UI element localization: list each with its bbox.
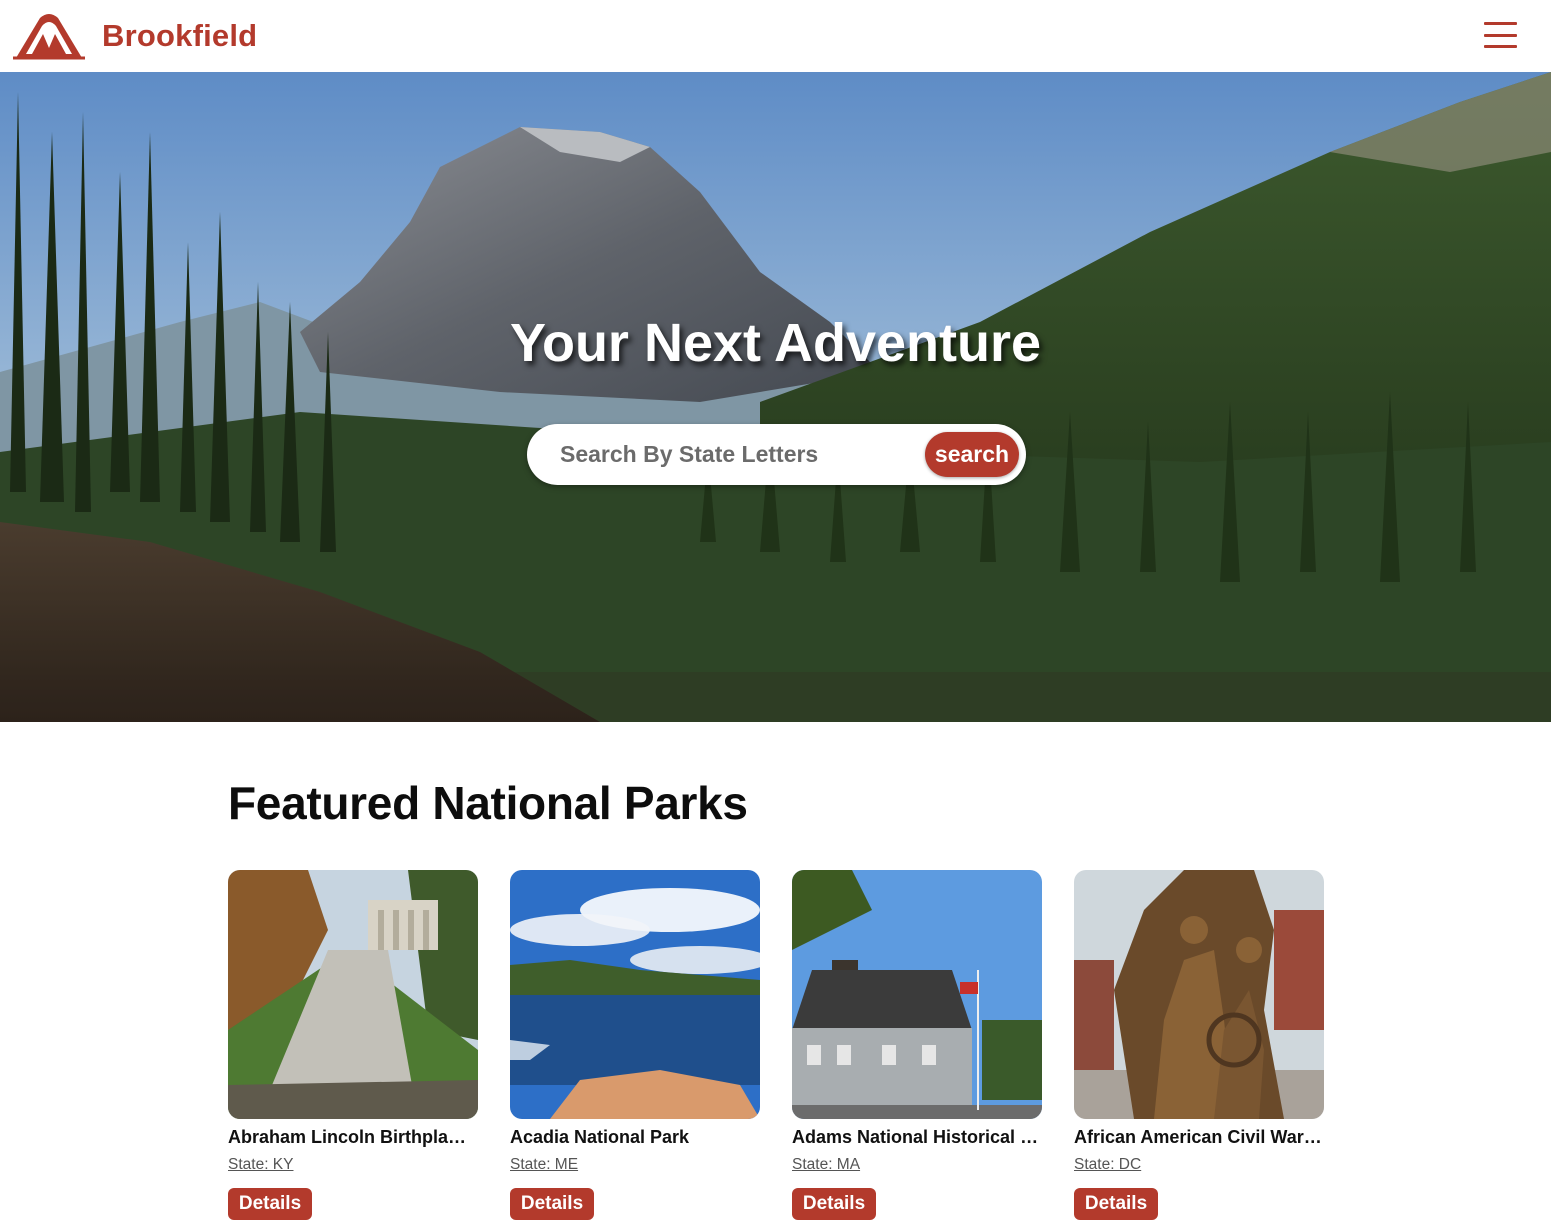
hero-title: Your Next Adventure	[509, 313, 1042, 373]
details-button[interactable]: Details	[228, 1188, 312, 1220]
search-bar: search	[527, 424, 1026, 485]
park-state-link[interactable]: State: KY	[228, 1156, 293, 1174]
park-image-adams-house[interactable]	[792, 870, 1042, 1119]
park-name: Acadia National Park	[510, 1127, 690, 1147]
park-state-link[interactable]: State: DC	[1074, 1156, 1141, 1174]
tent-icon	[13, 14, 85, 60]
park-card-list: Abraham Lincoln Birthplace National Hist…	[228, 870, 1324, 1220]
site-header: Brookfield	[0, 0, 1551, 72]
home-link[interactable]: Brookfield	[12, 12, 257, 60]
park-name: African American Civil War Memorial	[1074, 1127, 1322, 1147]
park-state-link[interactable]: State: MA	[792, 1156, 860, 1174]
details-button[interactable]: Details	[510, 1188, 594, 1220]
mountain-forest-image	[0, 72, 1551, 722]
park-card: Acadia National Park State: ME Details	[510, 870, 760, 1220]
park-name: Abraham Lincoln Birthplace National Hist…	[228, 1127, 476, 1147]
park-card: African American Civil War Memorial Stat…	[1074, 870, 1324, 1220]
park-image-civil-war-statue[interactable]	[1074, 870, 1324, 1119]
park-state-link[interactable]: State: ME	[510, 1156, 578, 1174]
hero-banner: Your Next Adventure search	[0, 72, 1551, 722]
details-button[interactable]: Details	[792, 1188, 876, 1220]
search-button[interactable]: search	[925, 432, 1019, 477]
details-button[interactable]: Details	[1074, 1188, 1158, 1220]
park-name: Adams National Historical Park	[792, 1127, 1040, 1147]
brand-name: Brookfield	[102, 18, 258, 53]
park-image-acadia-coast[interactable]	[510, 870, 760, 1119]
featured-parks-title: Featured National Parks	[228, 777, 748, 829]
state-search-input[interactable]	[527, 424, 925, 485]
park-card: Abraham Lincoln Birthplace National Hist…	[228, 870, 478, 1220]
park-image-lincoln-memorial[interactable]	[228, 870, 478, 1119]
hamburger-menu-icon[interactable]	[1484, 22, 1517, 48]
park-card: Adams National Historical Park State: MA…	[792, 870, 1042, 1220]
